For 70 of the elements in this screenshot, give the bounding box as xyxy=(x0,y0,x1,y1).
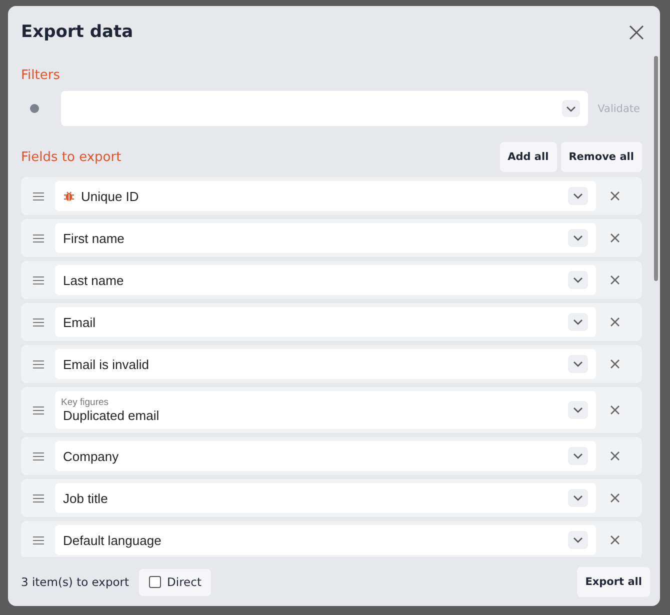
chevron-icon xyxy=(573,277,583,283)
chevron-icon xyxy=(566,106,576,112)
section-heading: Fields to export xyxy=(21,150,122,164)
drag-handle-icon[interactable] xyxy=(32,276,44,284)
field-value: Email xyxy=(63,314,97,330)
close-icon xyxy=(610,317,620,327)
export-count: 3 item(s) to export xyxy=(21,575,130,589)
field-select[interactable]: Unique ID xyxy=(55,181,596,211)
drag-handle-icon[interactable] xyxy=(32,494,44,502)
dropdown-button[interactable] xyxy=(568,229,588,247)
field-value: First name xyxy=(63,230,126,246)
field-select[interactable]: Email is invalid xyxy=(55,349,596,379)
section-heading: Filters xyxy=(21,68,61,83)
close-icon xyxy=(610,451,620,461)
close-icon xyxy=(610,359,620,369)
dropdown-button[interactable] xyxy=(562,100,580,117)
header-button[interactable]: Add all xyxy=(500,142,557,172)
drag-handle-icon[interactable] xyxy=(32,318,44,326)
header-button[interactable]: Remove all xyxy=(560,142,642,172)
bug-icon xyxy=(63,190,75,202)
field-select[interactable]: Job title xyxy=(55,483,596,513)
close-icon xyxy=(610,535,620,545)
dropdown-button[interactable] xyxy=(568,531,588,549)
close-button[interactable] xyxy=(629,24,644,40)
chevron-icon xyxy=(573,537,583,543)
dropdown-button[interactable] xyxy=(568,271,588,289)
close-icon xyxy=(610,191,620,201)
chevron-icon xyxy=(573,235,583,241)
dropdown-button[interactable] xyxy=(568,489,588,507)
drag-handle-icon[interactable] xyxy=(32,406,44,414)
dialog-title: Export data xyxy=(21,22,134,42)
field-value: Unique ID xyxy=(81,188,140,204)
chevron-icon xyxy=(573,361,583,367)
drag-handle-icon[interactable] xyxy=(32,234,44,242)
chevron-icon xyxy=(573,453,583,459)
chevron-icon xyxy=(573,407,583,413)
field-select[interactable]: Email xyxy=(55,307,596,337)
drag-handle-icon[interactable] xyxy=(32,192,44,200)
direct-checkbox[interactable]: Direct xyxy=(139,568,212,596)
status-dot-icon xyxy=(30,104,39,113)
field-value: Email is invalid xyxy=(63,356,150,372)
field-select[interactable]: First name xyxy=(55,223,596,253)
drag-handle-icon[interactable] xyxy=(32,536,44,544)
field-group-label: Key figures xyxy=(61,397,110,408)
export-all-button[interactable]: Export all xyxy=(577,567,650,597)
field-value: Company xyxy=(63,448,120,464)
field-value: Duplicated email xyxy=(63,408,160,423)
field-select[interactable]: Key figures Duplicated email xyxy=(55,391,596,429)
chevron-icon xyxy=(573,319,583,325)
drag-handle-icon[interactable] xyxy=(32,360,44,368)
field-value: Last name xyxy=(63,272,125,288)
close-icon xyxy=(610,493,620,503)
field-value: Job title xyxy=(63,490,109,506)
close-icon xyxy=(629,24,644,40)
close-icon xyxy=(610,233,620,243)
dropdown-button[interactable] xyxy=(568,355,588,373)
field-select[interactable]: Company xyxy=(55,441,596,471)
chevron-icon xyxy=(573,193,583,199)
field-select[interactable]: Default language xyxy=(55,525,596,555)
field-value: Default language xyxy=(63,532,162,548)
dropdown-button[interactable] xyxy=(568,187,588,205)
chevron-icon xyxy=(573,495,583,501)
dropdown-button[interactable] xyxy=(568,447,588,465)
drag-handle-icon[interactable] xyxy=(32,452,44,460)
scrollbar[interactable] xyxy=(654,56,658,281)
field-select[interactable]: Last name xyxy=(55,265,596,295)
close-icon xyxy=(610,275,620,285)
dropdown-button[interactable] xyxy=(568,401,588,419)
close-icon xyxy=(610,405,620,415)
dropdown-button[interactable] xyxy=(568,313,588,331)
